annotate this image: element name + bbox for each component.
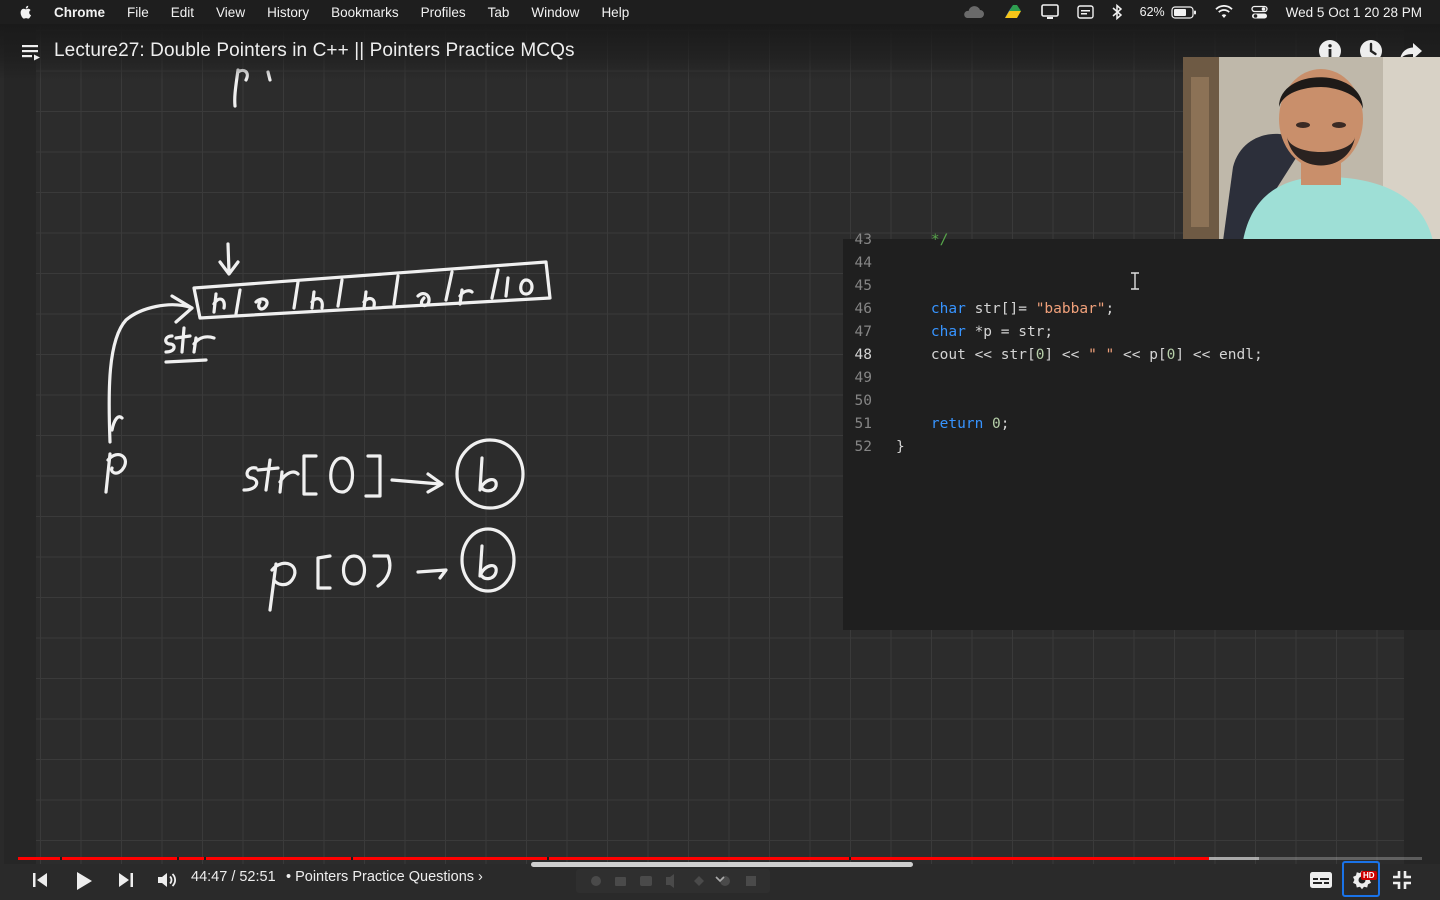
battery-percent: 62% <box>1139 5 1165 19</box>
progress-played <box>18 857 1209 860</box>
chapter-marker <box>204 857 206 860</box>
previous-icon[interactable] <box>31 871 49 889</box>
line-number: 45 <box>854 278 872 294</box>
line-number: 44 <box>854 255 872 271</box>
next-icon[interactable] <box>117 871 135 889</box>
code-line[interactable]: 47 char *p = str; <box>843 324 1440 347</box>
chapter-title-link[interactable]: • Pointers Practice Questions › <box>286 869 483 885</box>
chapter-marker <box>60 857 62 860</box>
time-display: 44:47 / 52:51 <box>191 869 276 885</box>
menu-profiles[interactable]: Profiles <box>421 5 466 20</box>
menu-tab[interactable]: Tab <box>488 5 510 20</box>
menu-help[interactable]: Help <box>601 5 629 20</box>
code-token: str[]= <box>965 301 1036 317</box>
chapter-marker <box>849 857 851 860</box>
code-token: 0 <box>992 416 1001 432</box>
code-line[interactable]: 51 return 0; <box>843 416 1440 439</box>
playlist-icon[interactable] <box>20 42 42 62</box>
apple-logo-icon[interactable] <box>18 4 34 20</box>
video-title[interactable]: Lecture27: Double Pointers in C++ || Poi… <box>54 40 575 62</box>
code-token: */ <box>930 232 949 248</box>
play-icon[interactable] <box>74 871 94 891</box>
menu-edit[interactable]: Edit <box>171 5 194 20</box>
presenter-image <box>1183 57 1440 241</box>
code-token: " " <box>1088 347 1115 363</box>
extension-toolbar-icons <box>591 874 756 888</box>
volume-icon[interactable] <box>157 871 177 889</box>
code-token: cout << str[ <box>896 347 1036 363</box>
menu-file[interactable]: File <box>127 5 149 20</box>
line-number: 43 <box>854 232 872 248</box>
code-token: *p = str; <box>965 324 1054 340</box>
code-token: ] << endl; <box>1175 347 1263 363</box>
code-line[interactable]: 52} <box>843 439 1440 462</box>
code-text: } <box>896 439 905 455</box>
code-line[interactable]: 44 <box>843 255 1440 278</box>
control-center-icon[interactable] <box>1251 5 1268 20</box>
code-token: ; <box>1105 301 1115 317</box>
exit-fullscreen-icon[interactable] <box>1392 870 1412 890</box>
code-text: */ <box>896 232 948 248</box>
wifi-icon[interactable] <box>1215 5 1233 19</box>
display-icon[interactable] <box>1040 4 1059 20</box>
hd-badge: HD <box>1361 871 1377 880</box>
menu-app-chrome[interactable]: Chrome <box>54 5 105 20</box>
code-text: char str[]= "babbar"; <box>896 301 1114 317</box>
line-number: 48 <box>854 347 872 363</box>
code-line[interactable]: 46 char str[]= "babbar"; <box>843 301 1440 324</box>
line-number: 47 <box>854 324 872 340</box>
webcam-presenter-video <box>1183 57 1440 241</box>
code-line[interactable]: 50 <box>843 393 1440 416</box>
line-number: 51 <box>854 416 872 432</box>
code-token: ] << <box>1044 347 1089 363</box>
code-text: char *p = str; <box>896 324 1053 340</box>
menubar-clock[interactable]: Wed 5 Oct 1 20 28 PM <box>1286 5 1422 20</box>
menu-view[interactable]: View <box>216 5 245 20</box>
chapter-marker <box>351 857 353 860</box>
extension-toolbar <box>576 869 770 893</box>
code-text: return 0; <box>896 416 1010 432</box>
line-number: 52 <box>854 439 872 455</box>
line-number: 46 <box>854 301 872 317</box>
code-line[interactable]: 43 */ <box>843 232 1440 255</box>
menu-bookmarks[interactable]: Bookmarks <box>331 5 399 20</box>
code-line[interactable]: 49 <box>843 370 1440 393</box>
bluetooth-icon[interactable] <box>1112 4 1122 20</box>
code-token: } <box>896 439 905 455</box>
subtitles-icon[interactable] <box>1310 872 1332 888</box>
code-token: << p[ <box>1114 347 1167 363</box>
menu-window[interactable]: Window <box>531 5 579 20</box>
code-token: "babbar" <box>1035 301 1106 317</box>
line-number: 50 <box>854 393 872 409</box>
macos-menubar: Chrome File Edit View History Bookmarks … <box>0 0 1440 24</box>
battery-icon[interactable] <box>1171 5 1197 19</box>
line-number: 49 <box>854 370 872 386</box>
code-text: cout << str[0] << " " << p[0] << endl; <box>896 347 1263 363</box>
keyboard-icon[interactable] <box>1076 5 1094 19</box>
chapter-marker <box>547 857 549 860</box>
code-token: return <box>930 416 984 432</box>
text-cursor-icon <box>1131 272 1139 290</box>
menu-history[interactable]: History <box>267 5 309 20</box>
chapter-marker <box>177 857 179 860</box>
code-token: ; <box>1000 416 1010 432</box>
code-line[interactable]: 45 <box>843 278 1440 301</box>
code-token: char <box>930 301 966 317</box>
progress-bar[interactable] <box>18 857 1422 860</box>
code-editor-panel[interactable]: 43 */44 45 46 char str[]= "babbar"; 47 char… <box>843 232 1440 630</box>
cloud-icon[interactable] <box>961 5 985 19</box>
code-line[interactable]: 48 cout << str[0] << " " << p[0] << endl… <box>843 347 1440 370</box>
code-token: char <box>930 324 966 340</box>
drive-icon[interactable] <box>1003 4 1023 20</box>
